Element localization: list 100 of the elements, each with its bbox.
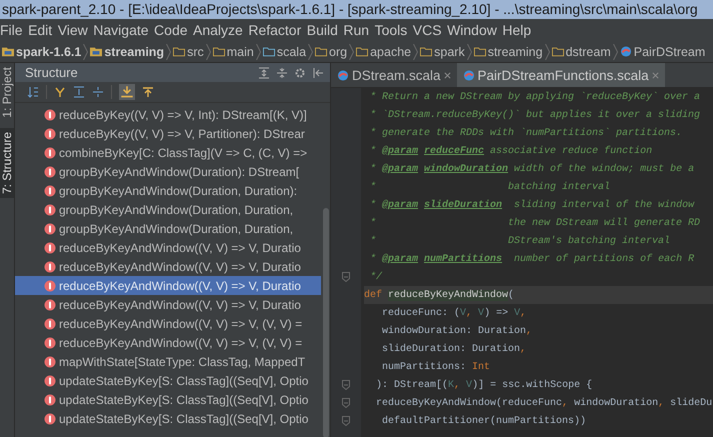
editor-tab[interactable]: PairDStreamFunctions.scala	[456, 63, 665, 87]
sort-icon[interactable]	[27, 86, 39, 98]
structure-item[interactable]: reduceByKeyAndWindow((V, V) => V, Duratio	[15, 276, 321, 295]
structure-item[interactable]: groupByKeyAndWindow(Duration, Duration):	[15, 181, 321, 200]
settings-icon[interactable]	[294, 66, 306, 78]
chevron-icon	[349, 44, 354, 60]
chevron-icon	[308, 44, 314, 60]
menu-item[interactable]: Edit	[28, 22, 57, 38]
structure-item[interactable]: reduceByKeyAndWindow((V, V) => V, Duratio	[15, 257, 321, 276]
menu-item[interactable]: View	[58, 22, 92, 38]
structure-item[interactable]: reduceByKeyAndWindow((V, V) => V, (V, V) =	[15, 314, 321, 333]
breadcrumb-item[interactable]: streaming	[472, 44, 545, 58]
structure-item[interactable]: updateStateByKey[S: ClassTag]((Seq[V], Optio	[15, 409, 321, 428]
scala-file-icon	[462, 70, 475, 80]
side-tab[interactable]: 7: Structure	[0, 128, 14, 198]
folder-icon	[315, 46, 328, 57]
side-tab[interactable]: 1: Project	[0, 63, 14, 122]
breadcrumb-item[interactable]: spark	[418, 44, 467, 58]
autoscroll-icon[interactable]	[119, 84, 135, 100]
expand-all-icon[interactable]	[258, 66, 270, 78]
structure-item[interactable]: reduceByKey((V, V) => V, Int): DStream[(K, V)]	[15, 105, 321, 124]
folder-icon	[356, 46, 368, 57]
expand-icon[interactable]	[73, 86, 85, 98]
chevron-icon	[166, 44, 172, 60]
menu-item[interactable]: Build	[306, 22, 342, 38]
breadcrumb-item[interactable]: dstream	[550, 44, 613, 58]
menu-item[interactable]: Window	[447, 22, 502, 38]
chevron-icon	[466, 44, 472, 60]
structure-item[interactable]: groupByKeyAndWindow(Duration): DStream[	[15, 162, 321, 181]
breadcrumb-item[interactable]: scala	[260, 44, 308, 58]
method-icon	[44, 166, 56, 178]
folder-icon	[420, 46, 432, 57]
menu-item[interactable]: VCS	[412, 22, 446, 38]
collapse-icon[interactable]	[92, 86, 104, 98]
menu-item[interactable]: Tools	[374, 22, 412, 38]
code-line: defaultPartitioner(numPartitions))	[381, 414, 588, 428]
method-icon	[44, 108, 56, 120]
chevron-icon	[544, 44, 550, 60]
module-folder-icon	[2, 46, 14, 57]
scrollbar[interactable]	[323, 208, 329, 437]
method-icon	[44, 318, 56, 330]
menu-item[interactable]: Run	[343, 22, 374, 38]
structure-item[interactable]: reduceByKeyAndWindow((V, V) => V, Duratio	[15, 295, 321, 314]
menu-item[interactable]: Refactor	[248, 22, 306, 38]
method-icon	[44, 356, 56, 368]
breadcrumb-item[interactable]: spark-1.6.1	[0, 44, 84, 58]
code-line: * DStream's batching interval	[369, 234, 672, 248]
close-icon[interactable]	[444, 72, 451, 78]
hierarchy-icon[interactable]	[54, 86, 66, 98]
structure-item[interactable]: combineByKey[C: ClassTag](V => C, (C, V) =>	[15, 143, 321, 162]
code-line: * `DStream.reduceByKey()` but applies it over a sliding	[369, 108, 702, 122]
structure-item[interactable]: reduceByKeyAndWindow((V, V) => V, Duratio	[15, 238, 321, 257]
fold-marker-icon[interactable]	[342, 398, 350, 408]
method-icon	[44, 260, 56, 272]
code-line: ): DStream[(K, V)] = ssc.withScope {	[375, 378, 594, 392]
editor-tab[interactable]: DStream.scala	[331, 63, 457, 87]
method-icon	[44, 336, 56, 348]
menu-item[interactable]: Analyze	[193, 22, 248, 38]
hide-panel-icon[interactable]	[312, 66, 324, 78]
collapse-all-icon[interactable]	[276, 66, 288, 78]
structure-item[interactable]: updateStateByKey[S: ClassTag]((Seq[V], Optio	[15, 371, 321, 390]
code-line: * Return a new DStream by applying `reduceByKey` over a	[369, 90, 702, 104]
fold-marker-icon[interactable]	[342, 272, 350, 282]
code-line: reduceFunc: (V, V) => V,	[381, 306, 528, 320]
folder-icon	[212, 46, 225, 57]
breadcrumb-item[interactable]: main	[210, 44, 256, 58]
code-editor[interactable]	[331, 88, 713, 437]
menu-item[interactable]: Help	[502, 22, 536, 38]
method-icon	[44, 298, 56, 310]
breadcrumb-item[interactable]: streaming	[88, 44, 166, 58]
breadcrumb-item[interactable]: PairDStream	[618, 44, 708, 58]
code-line: * @param numPartitions number of partitions of each R	[369, 252, 696, 266]
breadcrumb-item[interactable]: src	[171, 44, 206, 58]
menu-item[interactable]: Navigate	[93, 22, 154, 38]
structure-item[interactable]: updateStateByKey[S: ClassTag]((Seq[V], Optio	[15, 390, 321, 409]
structure-item[interactable]: reduceByKey((V, V) => V, Partitioner): DStrear	[15, 124, 321, 143]
method-icon	[44, 374, 56, 386]
chevron-icon	[83, 44, 88, 60]
menu-item[interactable]: File	[0, 22, 28, 38]
fold-marker-icon[interactable]	[342, 416, 350, 426]
window-title: spark-parent_2.10 - [E:\idea\IdeaProjects\spark-1.6.1] - [spark-streaming_2.10] - ...\streaming\src\main\scala\org	[0, 0, 713, 19]
code-line: * batching interval	[369, 180, 612, 194]
method-icon	[44, 394, 56, 406]
method-icon	[44, 146, 56, 158]
menu-item[interactable]: Code	[154, 22, 192, 38]
code-line: */	[369, 270, 384, 284]
chevron-icon	[612, 44, 618, 60]
close-icon[interactable]	[652, 72, 659, 78]
structure-item[interactable]: mapWithState[StateType: ClassTag, MappedT	[15, 352, 321, 371]
code-line: reduceByKeyAndWindow(reduceFunc, windowDuration, slideDu	[375, 396, 713, 410]
method-icon	[44, 222, 56, 234]
structure-item[interactable]: groupByKeyAndWindow(Duration, Duration,	[15, 200, 321, 219]
chevron-icon	[413, 44, 418, 60]
scroll-from-source-icon[interactable]	[142, 86, 154, 98]
structure-item[interactable]: groupByKeyAndWindow(Duration, Duration,	[15, 219, 321, 238]
breadcrumb-item[interactable]: org	[313, 44, 350, 58]
structure-item[interactable]: reduceByKeyAndWindow((V, V) => V, (V, V) =	[15, 333, 321, 352]
fold-marker-icon[interactable]	[342, 380, 350, 390]
breadcrumb-item[interactable]: apache	[354, 44, 414, 58]
module-folder-icon	[90, 46, 102, 57]
